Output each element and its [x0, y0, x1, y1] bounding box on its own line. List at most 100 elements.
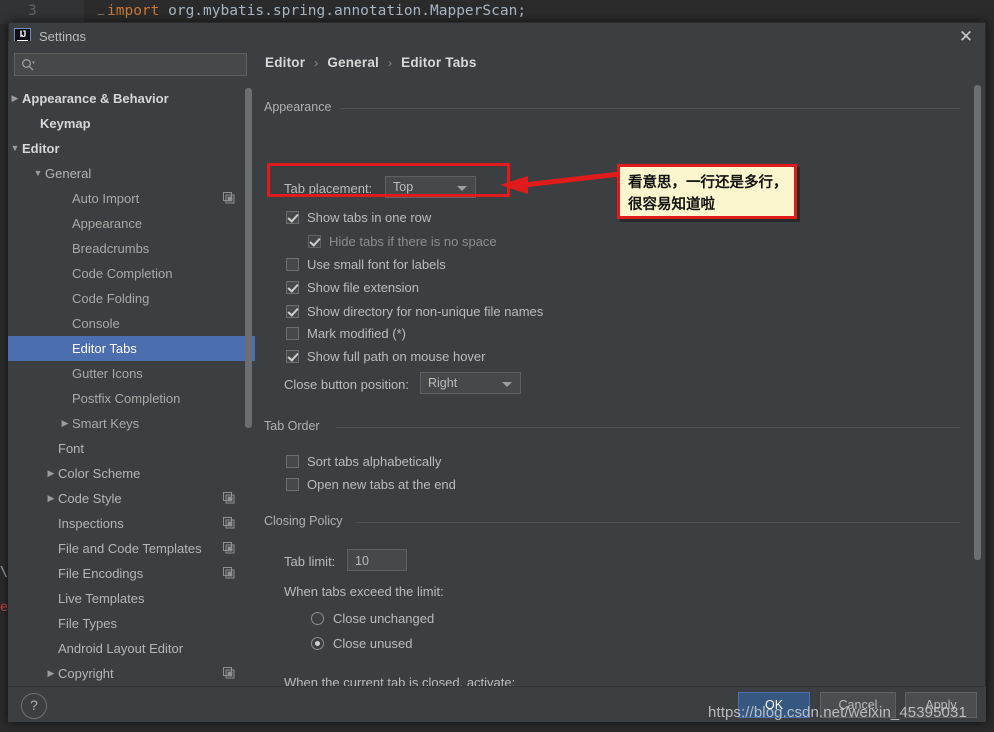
content-scrollbar-thumb[interactable]	[974, 85, 981, 560]
close-button-position-label: Close button position:	[284, 377, 410, 392]
sidebar-item-label: Postfix Completion	[72, 391, 181, 406]
sidebar-item-label: Code Folding	[72, 291, 150, 306]
checkbox-icon[interactable]	[286, 281, 299, 294]
sidebar-item-label: Live Templates	[58, 591, 145, 606]
tab-limit-input[interactable]	[353, 550, 407, 572]
section-rule	[356, 522, 960, 523]
chevron-right-icon[interactable]: ▶	[8, 86, 22, 111]
sidebar-item-file-and-code-templates[interactable]: File and Code Templates	[8, 536, 255, 561]
apply-button[interactable]: Apply	[905, 692, 977, 718]
chevron-down-icon[interactable]: ▼	[8, 136, 22, 161]
checkbox-label: Sort tabs alphabetically	[307, 454, 442, 469]
line-number: 3	[28, 3, 37, 19]
close-button-position-dropdown[interactable]: Right	[420, 372, 521, 394]
annotation-note-text: 看意思，一行还是多行，很容易知道啦	[628, 175, 788, 213]
sidebar-item-label: Editor	[22, 141, 60, 156]
checkbox-icon[interactable]	[286, 327, 299, 340]
radio-icon[interactable]	[311, 637, 324, 650]
sidebar-item-color-scheme[interactable]: ▶ Color Scheme	[8, 461, 255, 486]
sidebar-item-appearance-behavior[interactable]: ▶ Appearance & Behavior	[8, 86, 255, 111]
sidebar-item-android-layout-editor[interactable]: Android Layout Editor	[8, 636, 255, 661]
sidebar-item-file-encodings[interactable]: File Encodings	[8, 561, 255, 586]
exceed-limit-label: When tabs exceed the limit:	[284, 584, 444, 599]
settings-content-panel: Editor › General › Editor Tabs Appearanc…	[256, 41, 985, 686]
sidebar-item-auto-import[interactable]: Auto Import	[8, 186, 255, 211]
sidebar-item-keymap[interactable]: Keymap	[8, 111, 255, 136]
sidebar-item-label: File and Code Templates	[58, 541, 202, 556]
tab-limit-field[interactable]	[347, 549, 407, 572]
sidebar-item-label: Inspections	[58, 516, 124, 531]
code-class: MapperScan;	[430, 3, 527, 19]
code-fold-marker[interactable]: ⚊	[97, 2, 105, 21]
settings-sidebar: ▶ Appearance & Behavior Keymap ▼ Editor ▼ Gene…	[8, 41, 255, 686]
tab-limit-label: Tab limit:	[284, 554, 336, 569]
radio-label: Close unused	[333, 636, 413, 651]
sidebar-item-copyright[interactable]: ▶ Copyright	[8, 661, 255, 686]
sidebar-item-label: File Types	[58, 616, 118, 631]
copy-settings-icon[interactable]	[223, 667, 235, 679]
copy-settings-icon[interactable]	[223, 492, 235, 504]
copy-settings-icon[interactable]	[223, 567, 235, 579]
sidebar-item-font[interactable]: Font	[8, 436, 255, 461]
ok-button[interactable]: OK	[738, 692, 810, 718]
tab-placement-label: Tab placement:	[284, 181, 373, 196]
sidebar-item-label: Appearance & Behavior	[22, 91, 169, 106]
sidebar-item-editor[interactable]: ▼ Editor	[8, 136, 255, 161]
chevron-right-icon[interactable]: ▶	[44, 461, 58, 486]
sidebar-item-smart-keys[interactable]: ▶ Smart Keys	[8, 411, 255, 436]
editor-code-line: 3 ⚊ import org.mybatis.spring.annotation…	[0, 0, 994, 24]
sidebar-item-label: Android Layout Editor	[58, 641, 184, 656]
copy-settings-icon[interactable]	[223, 542, 235, 554]
sidebar-item-label: Keymap	[40, 116, 91, 131]
copy-settings-icon[interactable]	[223, 192, 235, 204]
checkbox-icon[interactable]	[286, 455, 299, 468]
breadcrumb-separator-2: ›	[387, 56, 393, 70]
annotation-note: 看意思，一行还是多行，很容易知道啦	[617, 164, 797, 219]
sidebar-item-inspections[interactable]: Inspections	[8, 511, 255, 536]
sidebar-item-postfix-completion[interactable]: Postfix Completion	[8, 386, 255, 411]
checkbox-icon[interactable]	[286, 258, 299, 271]
breadcrumb-part-general[interactable]: General	[327, 55, 379, 70]
cancel-button[interactable]: Cancel	[820, 692, 896, 718]
search-input[interactable]	[39, 54, 243, 77]
sidebar-item-live-templates[interactable]: Live Templates	[8, 586, 255, 611]
dialog-footer: ? OK Cancel Apply	[8, 686, 986, 722]
sidebar-item-breadcrumbs[interactable]: Breadcrumbs	[8, 236, 255, 261]
checkbox-label: Show file extension	[307, 280, 420, 295]
code-text: import org.mybatis.spring.annotation.Map…	[107, 0, 526, 22]
sidebar-item-gutter-icons[interactable]: Gutter Icons	[8, 361, 255, 386]
sidebar-item-general[interactable]: ▼ General	[8, 161, 255, 186]
chevron-right-icon[interactable]: ▶	[58, 411, 72, 436]
checkbox-label: Open new tabs at the end	[307, 477, 456, 492]
sidebar-item-code-completion[interactable]: Code Completion	[8, 261, 255, 286]
chevron-right-icon[interactable]: ▶	[44, 486, 58, 511]
sidebar-item-label: File Encodings	[58, 566, 144, 581]
checkbox-icon[interactable]	[308, 235, 321, 248]
sidebar-item-appearance[interactable]: Appearance	[8, 211, 255, 236]
sidebar-item-code-folding[interactable]: Code Folding	[8, 286, 255, 311]
help-button[interactable]: ?	[21, 693, 47, 719]
close-button-position-value: Right	[428, 376, 458, 390]
sidebar-item-file-types[interactable]: File Types	[8, 611, 255, 636]
checkbox-icon[interactable]	[286, 211, 299, 224]
sidebar-item-label: Console	[72, 316, 120, 331]
checkbox-icon[interactable]	[286, 350, 299, 363]
sidebar-item-editor-tabs[interactable]: Editor Tabs	[8, 336, 255, 361]
breadcrumb-part-editor[interactable]: Editor	[265, 55, 305, 70]
tab-placement-dropdown[interactable]: Top	[385, 176, 476, 198]
section-rule	[340, 108, 960, 109]
sidebar-item-console[interactable]: Console	[8, 311, 255, 336]
search-icon	[22, 59, 35, 71]
checkbox-label: Show directory for non-unique file names	[307, 304, 544, 319]
edge-code-fragment-2: e	[0, 600, 8, 615]
radio-icon[interactable]	[311, 612, 324, 625]
sidebar-scrollbar-thumb[interactable]	[245, 88, 252, 428]
sidebar-item-code-style[interactable]: ▶ Code Style	[8, 486, 255, 511]
checkbox-icon[interactable]	[286, 305, 299, 318]
chevron-right-icon[interactable]: ▶	[44, 661, 58, 686]
chevron-down-icon[interactable]: ▼	[31, 161, 45, 186]
logo-text: IJ	[19, 29, 27, 39]
search-box[interactable]	[14, 53, 247, 77]
checkbox-icon[interactable]	[286, 478, 299, 491]
copy-settings-icon[interactable]	[223, 517, 235, 529]
